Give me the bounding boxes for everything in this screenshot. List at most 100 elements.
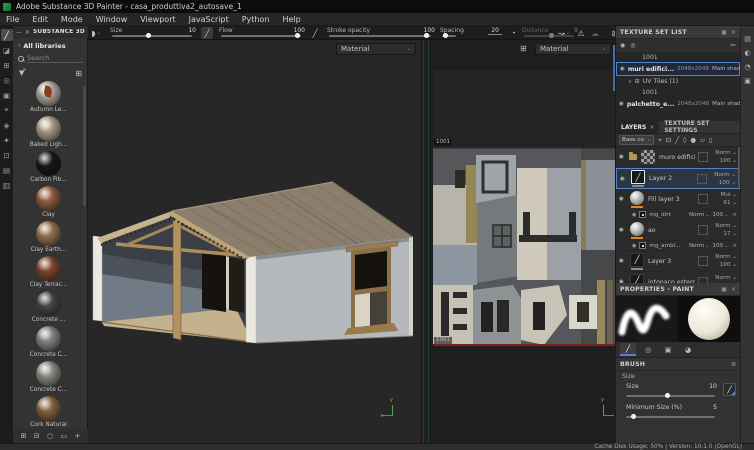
lazy-mouse-icon[interactable]: ↝⌄	[558, 27, 570, 39]
spacing-slider[interactable]	[442, 35, 456, 37]
visibility-icon[interactable]: ◉	[619, 227, 626, 233]
menu-python[interactable]: Python	[242, 15, 270, 24]
undock-icon[interactable]: ▣	[721, 286, 727, 293]
close-icon[interactable]: ×	[731, 286, 736, 293]
menu-viewport[interactable]: Viewport	[140, 15, 175, 24]
visibility-icon[interactable]: ◉	[619, 154, 626, 160]
menu-javascript[interactable]: JavaScript	[189, 15, 229, 24]
viewport-2d[interactable]: 1001 1001 Material⌄ ⊞ yx	[428, 40, 615, 443]
blend-mode[interactable]: Norm⌄	[689, 243, 709, 249]
resource-updater-icon[interactable]: ○	[47, 432, 53, 440]
projection-tool-icon[interactable]: ⊞	[1, 59, 13, 71]
layer-row-paint[interactable]: ◉ ╱ intonaco esterno Norm ⌄ 100 ⌄	[616, 272, 740, 283]
material-item[interactable]: Concrete ...	[13, 291, 84, 326]
all-libraries-dropdown[interactable]: › All libraries	[13, 39, 88, 52]
add-fill-layer-icon[interactable]: ◊	[683, 136, 686, 144]
opacity-value[interactable]: 17 ⌄	[723, 230, 737, 238]
add-effect-icon[interactable]: ⊡	[666, 136, 671, 144]
visibility-icon[interactable]: ◉	[619, 196, 626, 202]
layer-row-selected[interactable]: ◉ ╱ Layer 2 Norm ⌄ 100 ⌄	[616, 168, 740, 189]
visibility-icon[interactable]: ◉	[619, 279, 626, 283]
material-item[interactable]: Clay	[13, 186, 84, 221]
material-item[interactable]: Autumn Le...	[13, 81, 84, 116]
eye-icon[interactable]: ◉	[619, 101, 624, 107]
texture-set-row[interactable]: ◉ palchetto_e... 2048x2048 Main shader	[616, 97, 740, 111]
filter-icon[interactable]: ▼	[19, 69, 24, 77]
new-resource-icon[interactable]: ▭	[61, 432, 68, 440]
layer-row-fill[interactable]: ◉ ao Norm ⌄ 17 ⌄	[616, 220, 740, 241]
opacity-value[interactable]: 100 ⌄	[720, 261, 737, 269]
opacity-value[interactable]: 100 ⌄	[720, 157, 737, 165]
menu-mode[interactable]: Mode	[61, 15, 83, 24]
brush-size-slider[interactable]	[626, 395, 715, 397]
alpha-tab-icon[interactable]: ◎	[640, 343, 656, 356]
flow-pressure-icon[interactable]: ╱	[309, 27, 321, 39]
blend-mode[interactable]: Norm ⌄	[715, 149, 737, 157]
uv-tiles-row[interactable]: ∨ ⊞ UV Tiles (1)	[616, 76, 740, 87]
close-icon[interactable]: ×	[731, 29, 736, 36]
remove-effect-icon[interactable]: ×	[732, 243, 737, 249]
align-dots-icon[interactable]: •	[508, 27, 520, 39]
layer-row-fill[interactable]: ◉ Fill layer 3 Mul ⌄ 61 ⌄	[616, 189, 740, 210]
viewer-settings-icon[interactable]: ▣	[744, 77, 751, 85]
size-pressure-button[interactable]: ╱	[723, 383, 736, 396]
geometry-mask-tool-icon[interactable]: ▥	[1, 179, 13, 191]
material-item[interactable]: Concrete C...	[13, 326, 84, 361]
material-item[interactable]: Clay Earth...	[13, 221, 84, 256]
visibility-icon[interactable]: ◉	[619, 258, 626, 264]
add-paint-layer-icon[interactable]: ╱	[675, 136, 679, 144]
blend-mode[interactable]: Norm⌄	[689, 212, 709, 218]
material-item[interactable]: Concrete C...	[13, 361, 84, 396]
shader-mode-dropdown[interactable]: Material⌄	[336, 43, 416, 55]
blend-mode[interactable]: Norm ⌄	[715, 222, 737, 230]
display-settings-icon[interactable]: ▤	[744, 35, 751, 43]
material-picker-tool-icon[interactable]: ◈	[1, 119, 13, 131]
min-size-slider[interactable]	[626, 416, 715, 418]
uv-grid-icon[interactable]: ⊞	[520, 44, 527, 53]
history-icon[interactable]: ◔	[744, 63, 750, 71]
texture-set-row-selected[interactable]: ◉ muri edifici... 2048x2048 Main shader	[616, 62, 740, 76]
add-group-icon[interactable]: ▱	[700, 136, 705, 144]
particles-tool-icon[interactable]: ✦	[1, 134, 13, 146]
import-resources-icon[interactable]: ⊞	[21, 432, 27, 440]
add-resource-icon[interactable]: +	[74, 432, 80, 440]
opacity-value[interactable]: 100 ⌄	[719, 179, 736, 187]
stencil-tab-icon[interactable]: ▣	[660, 343, 676, 356]
list-options-icon[interactable]: ≔	[730, 42, 736, 49]
udim-row[interactable]: 1001	[616, 52, 740, 62]
viewport-divider[interactable]	[420, 40, 428, 443]
menu-window[interactable]: Window	[96, 15, 128, 24]
eye-icon[interactable]: ◉	[620, 66, 625, 72]
pick-layer-icon[interactable]: ⌖	[658, 136, 662, 145]
visibility-icon[interactable]: ◉	[632, 243, 636, 249]
flow-slider[interactable]	[221, 35, 301, 37]
export-resources-icon[interactable]: ⊟	[34, 432, 40, 440]
search-input[interactable]	[27, 54, 83, 63]
layer-row-group[interactable]: ◉ muro edificio prod... Norm ⌄ 100 ⌄	[616, 147, 740, 168]
brush-tab-icon[interactable]: ╱	[620, 343, 636, 356]
size-pressure-icon[interactable]: ╱	[201, 27, 213, 39]
size-slider[interactable]	[112, 35, 192, 37]
quick-mask-tool-icon[interactable]: ▤	[1, 164, 13, 176]
material-item[interactable]: Baked Ligh...	[13, 116, 84, 151]
close-icon[interactable]: ×	[649, 124, 654, 131]
warning-icon[interactable]: ⚠	[575, 27, 587, 39]
menu-file[interactable]: File	[6, 15, 19, 24]
tab-texture-set-settings[interactable]: TEXTURE SET SETTINGS	[659, 121, 740, 133]
section-menu-icon[interactable]: ≣	[731, 361, 736, 368]
opacity-value[interactable]: 100 ⌄	[720, 282, 737, 283]
shelf-scrollbar[interactable]	[83, 86, 86, 206]
material-item[interactable]: Carbon Fib...	[13, 151, 84, 186]
tab-layers[interactable]: LAYERS ×	[616, 121, 659, 133]
brush-preset-icon[interactable]: ◗⌄	[90, 27, 102, 39]
viewport-3d[interactable]: Material⌄ yx	[88, 40, 420, 443]
opacity-value[interactable]: 100⌄	[712, 243, 728, 249]
eye-outline-icon[interactable]: ◎	[630, 42, 635, 49]
eye-icon[interactable]: ◉	[620, 42, 625, 49]
layer-row-paint[interactable]: ◉ ╱ Layer 3 Norm ⌄ 100 ⌄	[616, 251, 740, 272]
path-tool-icon[interactable]: ⊡	[1, 149, 13, 161]
blend-mode[interactable]: Norm ⌄	[715, 274, 737, 282]
menu-help[interactable]: Help	[282, 15, 300, 24]
blend-mode[interactable]: Norm ⌄	[715, 253, 737, 261]
remove-effect-icon[interactable]: ×	[732, 212, 737, 218]
